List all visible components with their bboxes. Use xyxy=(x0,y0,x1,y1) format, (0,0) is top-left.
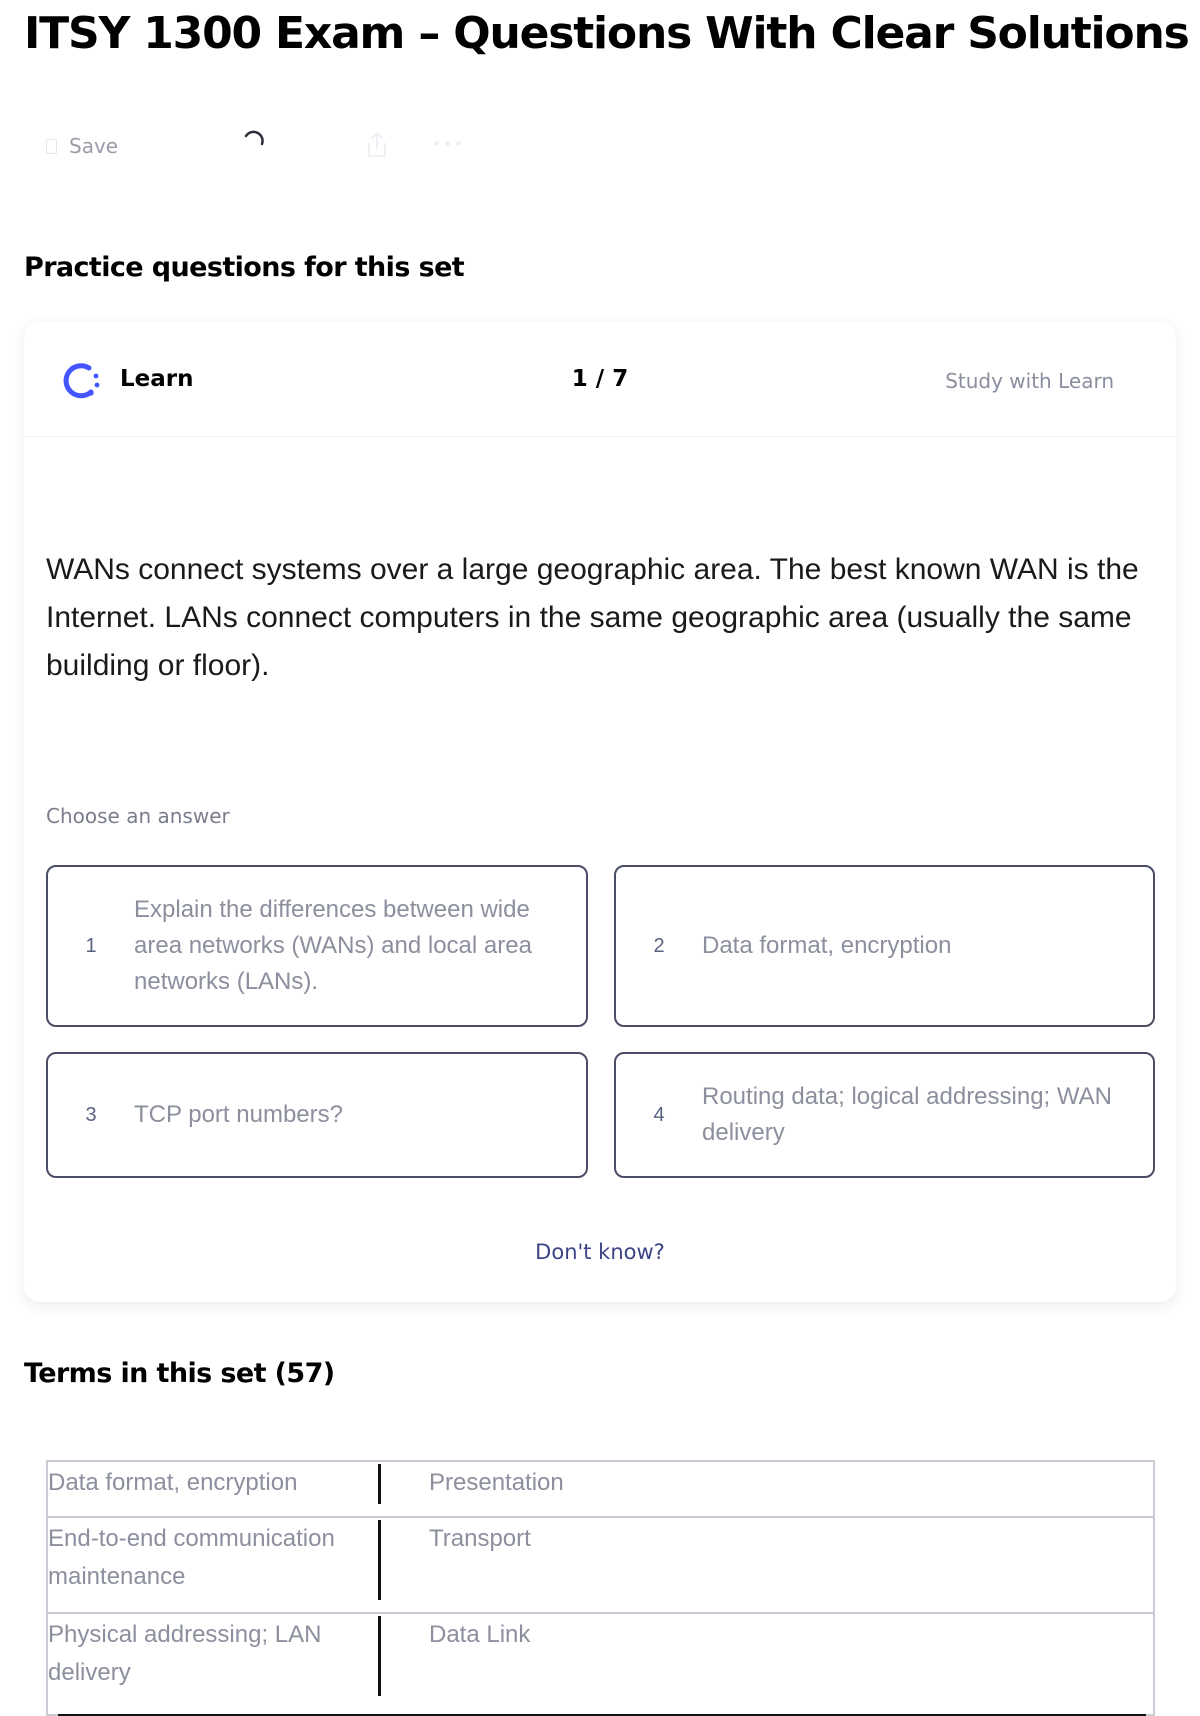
page-title: ITSY 1300 Exam – Questions With Clear So… xyxy=(24,8,1190,59)
option-text: TCP port numbers? xyxy=(134,1101,343,1128)
practice-card-header: Learn 1 / 7 Study with Learn xyxy=(24,322,1176,437)
answer-option-4[interactable]: 4 Routing data; logical addressing; WAN … xyxy=(614,1052,1155,1178)
definition-cell: Presentation xyxy=(429,1469,564,1496)
choose-answer-label: Choose an answer xyxy=(46,804,230,828)
more-dot xyxy=(456,140,461,146)
answer-option-1[interactable]: 1 Explain the differences between wide a… xyxy=(46,865,588,1027)
option-text: Data format, encryption xyxy=(702,932,952,959)
practice-card: Learn 1 / 7 Study with Learn WANs connec… xyxy=(24,322,1176,1302)
save-label: Save xyxy=(69,134,119,158)
practice-section-title: Practice questions for this set xyxy=(24,252,465,283)
option-text: Routing data; logical addressing; WAN de… xyxy=(702,1083,1112,1146)
table-row: Data format, encryption Presentation xyxy=(46,1460,1155,1518)
question-text: WANs connect systems over a large geogra… xyxy=(46,553,1139,682)
dont-know-button[interactable]: Don't know? xyxy=(24,1240,1176,1264)
answer-option-2[interactable]: 2 Data format, encryption xyxy=(614,865,1155,1027)
option-text: Explain the differences between wide are… xyxy=(134,896,532,995)
save-button[interactable]: Save xyxy=(46,126,118,166)
bookmark-icon xyxy=(46,138,57,154)
definition-cell: Data Link xyxy=(429,1621,531,1648)
table-row: Physical addressing; LAN delivery Data L… xyxy=(46,1612,1155,1716)
share-icon[interactable] xyxy=(364,130,390,160)
answer-option-3[interactable]: 3 TCP port numbers? xyxy=(46,1052,588,1178)
option-number: 2 xyxy=(653,934,665,957)
option-number: 1 xyxy=(85,934,97,957)
terms-table: Data format, encryption Presentation End… xyxy=(46,1460,1155,1716)
term-cell: Physical addressing; LAN delivery xyxy=(48,1621,322,1686)
more-dot xyxy=(445,140,450,146)
definition-cell: Transport xyxy=(429,1525,531,1552)
term-cell: End-to-end communication maintenance xyxy=(48,1525,335,1590)
option-number: 3 xyxy=(85,1103,97,1126)
option-number: 4 xyxy=(653,1103,665,1126)
loading-spinner-icon[interactable] xyxy=(242,130,266,154)
more-dot xyxy=(434,140,439,146)
study-with-learn-link[interactable]: Study with Learn xyxy=(945,369,1114,393)
table-row: End-to-end communication maintenance Tra… xyxy=(46,1516,1155,1614)
action-bar: Save xyxy=(46,126,526,166)
more-icon[interactable] xyxy=(434,138,468,148)
terms-section-title: Terms in this set (57) xyxy=(24,1358,335,1389)
term-cell: Data format, encryption xyxy=(48,1469,298,1496)
